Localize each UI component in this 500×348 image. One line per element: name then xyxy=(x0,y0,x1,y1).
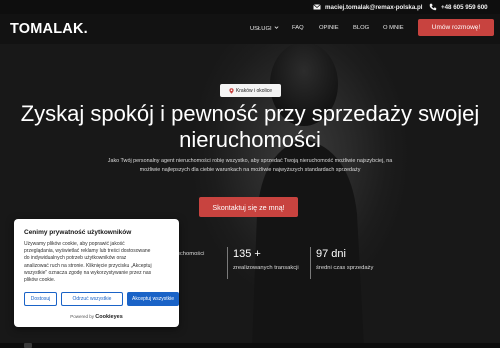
cookie-customize-button[interactable]: Dostosuj xyxy=(24,292,57,306)
stat-transactions: 135 + zrealizowanych transakcji xyxy=(233,247,299,271)
cookie-banner-title: Cenimy prywatność użytkowników xyxy=(24,229,132,236)
site-logo[interactable]: TOMALAK. xyxy=(10,21,88,37)
email-link[interactable]: maciej.tomalak@remax-polska.pl xyxy=(313,0,423,14)
location-badge: Kraków i okolice xyxy=(220,84,281,97)
nav-item-label: USŁUGI xyxy=(250,25,272,32)
cookieyes-logo[interactable]: Cookieyes xyxy=(95,314,123,320)
cookie-text-line: przeglądania, wyświetlać reklamy lub tre… xyxy=(24,248,151,255)
stat-avg-time: 97 dni średni czas sprzedaży xyxy=(316,247,373,271)
powered-by-prefix: Powered by xyxy=(70,314,94,319)
phone-text: +48 605 959 600 xyxy=(441,3,488,11)
nav-item-o-mnie[interactable]: O MNIE xyxy=(383,25,404,31)
stat-label: zrealizowanych transakcji xyxy=(233,265,299,271)
hero-headline: Zyskaj spokój i pewność przy sprzedaży s… xyxy=(0,101,500,153)
stat-divider xyxy=(227,247,228,279)
envelope-icon xyxy=(313,3,321,11)
cookie-text-line: plików cookie. xyxy=(24,277,56,284)
nav-item-faq[interactable]: FAQ xyxy=(292,25,304,31)
hero-headline-line1: Zyskaj spokój i pewność przy sprzedaży s… xyxy=(20,101,480,126)
hero-description-line1: Jako Twój personalny agent nieruchomości… xyxy=(107,158,393,164)
map-pin-icon xyxy=(229,87,234,94)
stat-number: 97 dni xyxy=(316,248,346,260)
scrollbar-handle[interactable] xyxy=(24,343,32,348)
hero-description: Jako Twój personalny agent nieruchomości… xyxy=(85,157,415,174)
site-header: TOMALAK. USŁUGI FAQ OPINIE BLOG O MNIE U… xyxy=(0,14,500,44)
hero-description-line2: możliwie najlepszych dla ciebie warunkac… xyxy=(139,166,361,173)
nav-item-opinie[interactable]: OPINIE xyxy=(319,25,339,31)
hero-headline-line2: nieruchomości xyxy=(179,127,321,152)
cookie-text-line: analizować ruch na stronie. Kliknięcie p… xyxy=(24,262,152,269)
stat-label: średni czas sprzedaży xyxy=(316,265,374,271)
contact-me-button[interactable]: Skontaktuj się ze mną! xyxy=(199,197,298,217)
cookie-reject-all-button[interactable]: Odrzuć wszystkie xyxy=(61,292,123,306)
book-meeting-button[interactable]: Umów rozmowę! xyxy=(418,19,494,36)
cookie-text-line: do indywidualnych potrzeb użytkowników o… xyxy=(24,255,127,262)
cookie-banner-text: Używamy plików cookie, aby poprawić jako… xyxy=(24,241,174,284)
nav-item-uslugi[interactable]: USŁUGI xyxy=(250,25,279,32)
phone-icon xyxy=(429,3,437,11)
cookie-accept-all-button[interactable]: Akceptuj wszystkie xyxy=(127,292,179,306)
chevron-down-icon xyxy=(274,25,279,32)
stat-number: 135 + xyxy=(233,248,261,260)
bottom-edge xyxy=(0,343,500,348)
cookie-consent-banner: Cenimy prywatność użytkowników Używamy p… xyxy=(14,219,179,327)
stat-divider xyxy=(310,247,311,279)
contact-topbar: maciej.tomalak@remax-polska.pl +48 605 9… xyxy=(0,0,500,14)
cookie-text-line: wszystkie" oznacza zgodę na wykorzystywa… xyxy=(24,269,152,276)
phone-link[interactable]: +48 605 959 600 xyxy=(429,0,488,14)
email-text: maciej.tomalak@remax-polska.pl xyxy=(325,3,423,11)
location-badge-label: Kraków i okolice xyxy=(235,87,273,94)
nav-item-blog[interactable]: BLOG xyxy=(353,25,369,31)
cookie-powered-by: Powered by Cookieyes xyxy=(14,314,179,320)
cookie-text-line: Używamy plików cookie, aby poprawić jako… xyxy=(24,241,125,247)
